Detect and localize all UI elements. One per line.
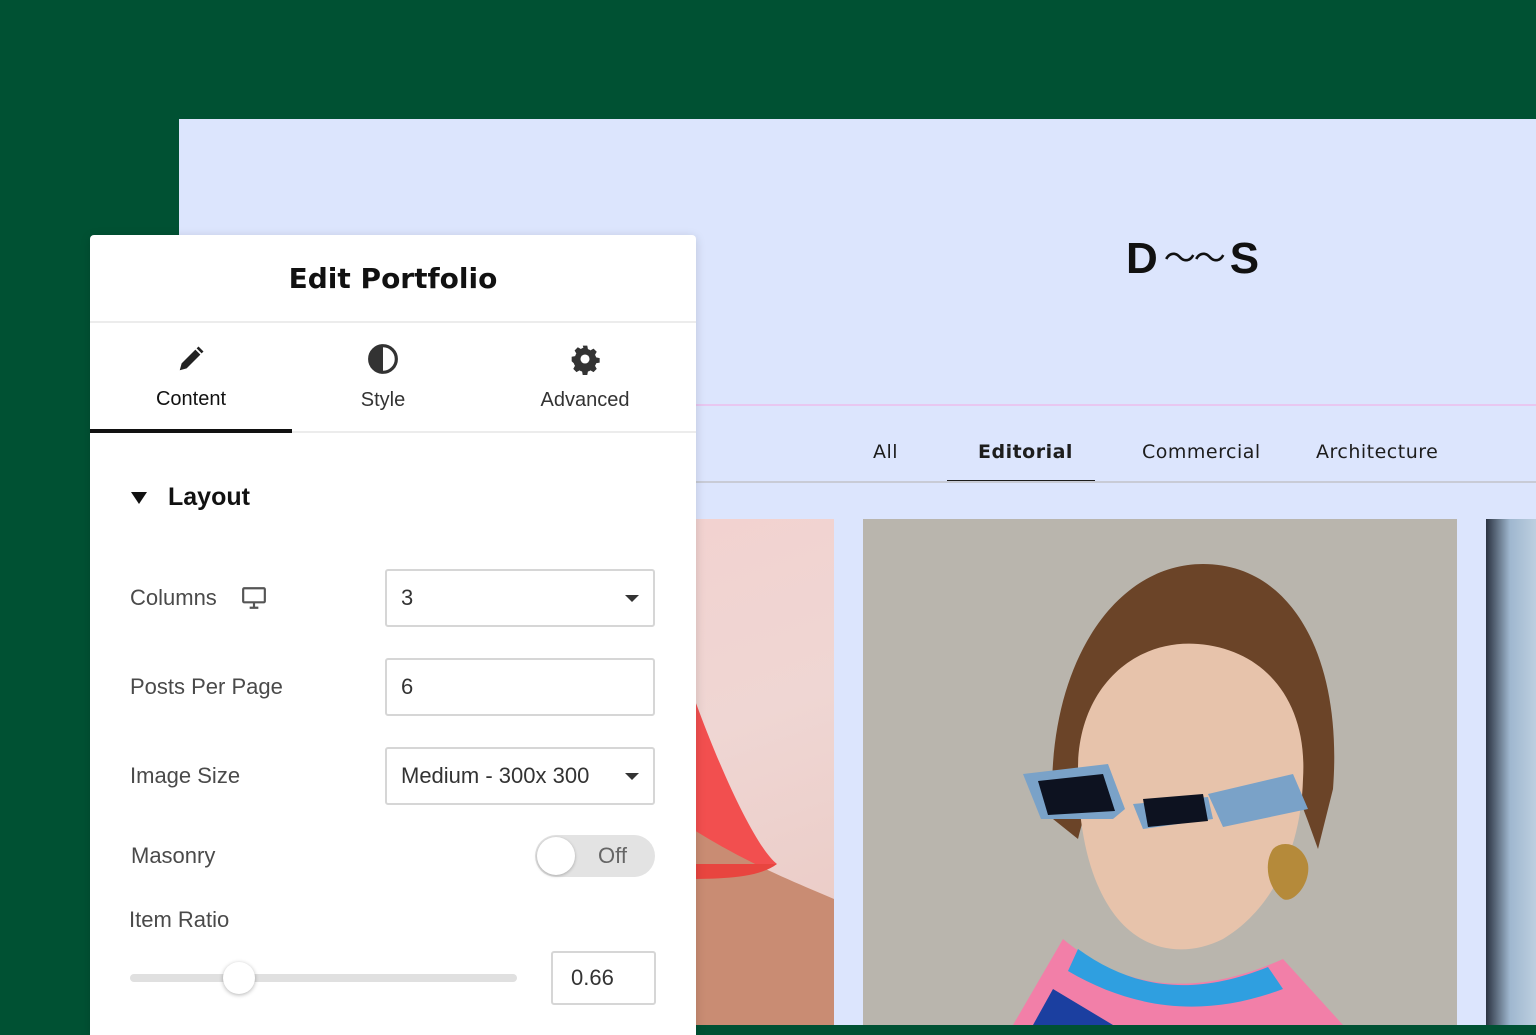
columns-label: Columns xyxy=(130,585,217,610)
caret-down-icon xyxy=(131,491,147,504)
logo-wave: 〜〜 xyxy=(1163,240,1226,276)
posts-per-page-label: Posts Per Page xyxy=(130,674,283,699)
layout-section-header[interactable]: Layout xyxy=(130,483,250,512)
masonry-toggle[interactable]: Off xyxy=(535,835,655,877)
contrast-icon xyxy=(368,343,398,374)
panel-tabs: Content Style Advanced xyxy=(90,323,696,433)
pencil-icon xyxy=(179,346,204,370)
gear-icon xyxy=(571,345,600,375)
item-ratio-label: Item Ratio xyxy=(129,907,230,932)
masonry-label: Masonry xyxy=(131,843,216,868)
site-logo[interactable]: D 〜〜 S xyxy=(1126,234,1259,284)
columns-row-label: Columns xyxy=(130,585,267,611)
posts-per-page-value: 6 xyxy=(401,674,414,699)
portfolio-image[interactable] xyxy=(677,519,834,1025)
filter-all[interactable]: All xyxy=(873,441,898,463)
tab-content[interactable]: Content xyxy=(90,323,292,431)
filter-architecture[interactable]: Architecture xyxy=(1316,441,1438,463)
tab-content-label: Content xyxy=(155,387,227,410)
portfolio-image[interactable] xyxy=(863,519,1457,1025)
logo-letter-right: S xyxy=(1229,234,1260,283)
portrait-photo-graphic xyxy=(863,519,1457,1025)
chevron-down-icon xyxy=(625,594,639,602)
image-size-value: Medium - 300x 300 xyxy=(401,763,590,788)
image-size-select[interactable]: Medium - 300x 300 xyxy=(385,747,655,805)
tab-advanced[interactable]: Advanced xyxy=(484,323,686,431)
slider-handle[interactable] xyxy=(223,962,255,994)
tab-style[interactable]: Style xyxy=(282,323,484,431)
posts-per-page-input[interactable]: 6 xyxy=(385,658,655,716)
filter-editorial[interactable]: Editorial xyxy=(978,441,1073,463)
panel-title: Edit Portfolio xyxy=(90,235,696,323)
tab-advanced-label: Advanced xyxy=(540,388,630,411)
item-ratio-input[interactable]: 0.66 xyxy=(551,951,656,1005)
filter-commercial[interactable]: Commercial xyxy=(1142,441,1261,463)
chevron-down-icon xyxy=(625,772,639,780)
item-ratio-slider[interactable] xyxy=(130,974,517,982)
masonry-state: Off xyxy=(598,843,627,868)
item-ratio-value: 0.66 xyxy=(571,965,614,990)
image-size-label: Image Size xyxy=(130,763,241,788)
tab-style-label: Style xyxy=(360,388,406,411)
columns-value: 3 xyxy=(401,585,414,610)
desktop-icon[interactable] xyxy=(241,586,267,610)
tab-active-underline xyxy=(90,429,292,433)
toggle-knob xyxy=(537,837,575,875)
logo-letter-left: D xyxy=(1126,234,1158,283)
columns-select[interactable]: 3 xyxy=(385,569,655,627)
edit-portfolio-panel: Edit Portfolio Content Style Advanced La… xyxy=(90,235,696,1035)
swimsuit-photo-graphic xyxy=(677,649,834,1025)
portfolio-image[interactable] xyxy=(1486,519,1536,1025)
section-title: Layout xyxy=(168,483,250,511)
